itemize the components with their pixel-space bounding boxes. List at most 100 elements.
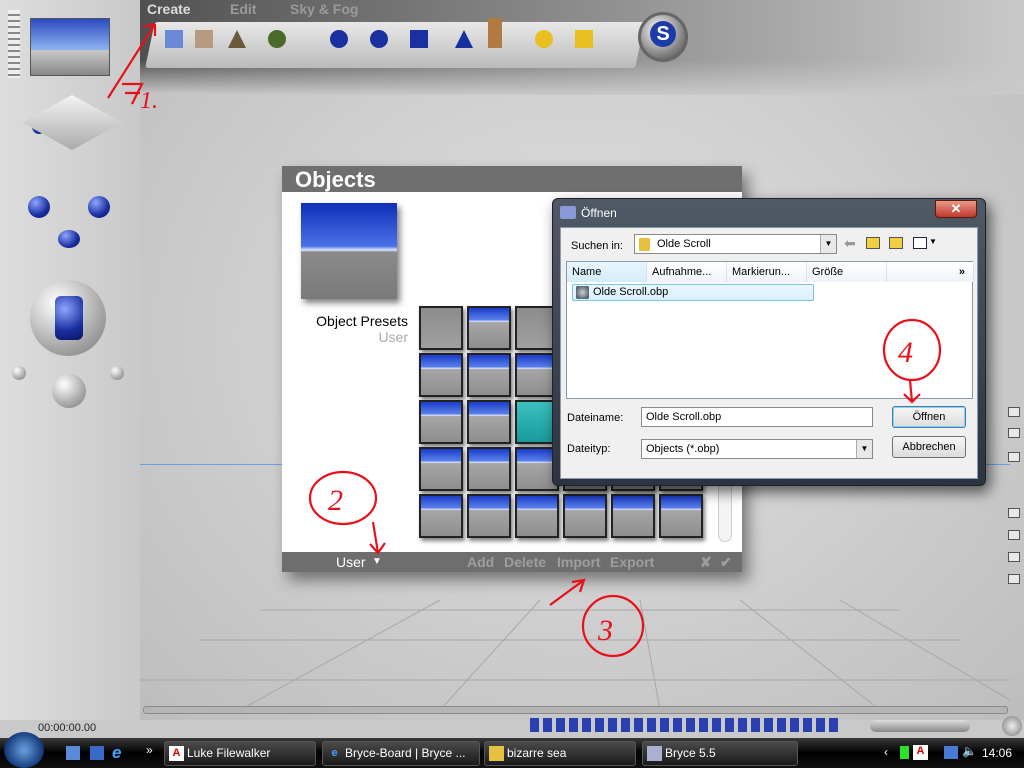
- cancel-button[interactable]: Abbrechen: [892, 436, 966, 458]
- object-preset-thumbnail[interactable]: [467, 400, 511, 444]
- time-display: 00:00:00.00: [38, 722, 97, 734]
- nudge-right[interactable]: [110, 366, 124, 380]
- volume-icon[interactable]: 🔈: [962, 744, 977, 758]
- file-list[interactable]: Name Aufnahme... Markierun... Größe » Ol…: [566, 261, 974, 399]
- view-icon[interactable]: [1008, 407, 1020, 417]
- task-bizarre-sea[interactable]: bizarre sea: [484, 741, 636, 766]
- display-mode-icon[interactable]: [1008, 574, 1020, 584]
- filename-input[interactable]: Olde Scroll.obp: [641, 407, 873, 427]
- cube-icon[interactable]: [410, 30, 428, 48]
- nano-preview[interactable]: [22, 95, 122, 150]
- menu-sky-fog[interactable]: Sky & Fog: [290, 1, 358, 17]
- object-preset-thumbnail[interactable]: [467, 494, 511, 538]
- object-preset-thumbnail[interactable]: [419, 400, 463, 444]
- spotlight-icon[interactable]: [575, 30, 593, 48]
- top-toolbar: Create Edit Sky & Fog: [0, 0, 1024, 95]
- import-button[interactable]: Import: [557, 552, 601, 572]
- taskbar: e » A Luke Filewalker e Bryce-Board | Bryc…: [0, 732, 1024, 768]
- network-icon[interactable]: [944, 746, 958, 759]
- delete-button[interactable]: Delete: [504, 552, 546, 572]
- playback-controls[interactable]: [870, 720, 970, 732]
- column-aufnahme[interactable]: Aufnahme...: [647, 262, 727, 282]
- view-icon[interactable]: [1008, 428, 1020, 438]
- clock[interactable]: 14:06: [982, 746, 1012, 760]
- look-in-value: Olde Scroll: [657, 238, 711, 250]
- animation-timeline[interactable]: [143, 706, 1008, 714]
- chevron-down-icon[interactable]: ▼: [372, 552, 382, 572]
- switch-windows-icon[interactable]: [90, 746, 104, 760]
- object-preset-thumbnail[interactable]: [467, 306, 511, 350]
- tree-icon[interactable]: [268, 30, 286, 48]
- zoom-ball[interactable]: [52, 374, 86, 408]
- camera-trackball[interactable]: [28, 196, 50, 218]
- more-columns-button[interactable]: »: [887, 262, 974, 282]
- ring-icon[interactable]: [370, 30, 388, 48]
- torus-icon[interactable]: [330, 30, 348, 48]
- file-item[interactable]: Olde Scroll.obp: [572, 284, 814, 301]
- start-button[interactable]: [4, 732, 44, 768]
- tray-expand-icon[interactable]: ‹: [884, 745, 888, 759]
- camera-xz-control[interactable]: [88, 196, 110, 218]
- object-preset-thumbnail[interactable]: [419, 306, 463, 350]
- menu-edit[interactable]: Edit: [230, 1, 256, 17]
- open-button[interactable]: Öffnen: [892, 406, 966, 428]
- nudge-left[interactable]: [12, 366, 26, 380]
- task-luke-filewalker[interactable]: A Luke Filewalker: [164, 741, 316, 766]
- show-desktop-icon[interactable]: [66, 746, 80, 760]
- display-mode-icon[interactable]: [1008, 508, 1020, 518]
- scene-preview[interactable]: [30, 18, 110, 76]
- view-icon[interactable]: [1008, 452, 1020, 462]
- open-file-dialog: Öffnen ✕ Suchen in: Olde Scroll ▼ ⬅ ▼ Na…: [552, 198, 986, 486]
- look-in-dropdown[interactable]: Olde Scroll ▼: [634, 234, 837, 254]
- objects-title: Objects: [282, 166, 742, 192]
- category-dropdown[interactable]: User: [336, 552, 366, 572]
- look-in-label: Suchen in:: [571, 240, 623, 252]
- column-markierungen[interactable]: Markierun...: [727, 262, 807, 282]
- chevron-down-icon[interactable]: ▼: [820, 235, 836, 253]
- object-preset-thumbnail[interactable]: [467, 447, 511, 491]
- new-folder-icon[interactable]: [889, 237, 903, 249]
- move-arrows-icon: [55, 296, 83, 340]
- globe-icon[interactable]: [1002, 716, 1022, 736]
- add-button[interactable]: Add: [467, 552, 494, 572]
- object-preset-thumbnail[interactable]: [611, 494, 655, 538]
- filetype-dropdown[interactable]: Objects (*.obp) ▼: [641, 439, 873, 459]
- view-menu-icon[interactable]: [913, 237, 927, 249]
- filetype-label: Dateityp:: [567, 443, 611, 455]
- avira-tray-icon[interactable]: A: [913, 745, 928, 760]
- human-figure-icon[interactable]: [488, 18, 502, 48]
- quicklaunch-overflow[interactable]: »: [146, 743, 153, 757]
- confirm-icon[interactable]: ✔: [720, 552, 732, 572]
- object-preset-thumbnail[interactable]: [419, 447, 463, 491]
- camera-xy-control[interactable]: [58, 230, 80, 248]
- close-button[interactable]: ✕: [935, 200, 977, 218]
- terrain-plane-icon[interactable]: [195, 30, 213, 48]
- selection-palette[interactable]: [530, 718, 840, 732]
- up-folder-icon[interactable]: [866, 237, 880, 249]
- task-bryce-board[interactable]: e Bryce-Board | Bryce ...: [322, 741, 480, 766]
- object-preset-thumbnail[interactable]: [419, 353, 463, 397]
- ground-grid: [140, 599, 1010, 710]
- export-button[interactable]: Export: [610, 552, 654, 572]
- object-preset-thumbnail[interactable]: [419, 494, 463, 538]
- cancel-icon[interactable]: ✘: [700, 552, 712, 572]
- light-icon[interactable]: [535, 30, 553, 48]
- menu-create[interactable]: Create: [147, 1, 191, 17]
- ie-icon[interactable]: e: [112, 743, 121, 763]
- column-groesse[interactable]: Größe: [807, 262, 887, 282]
- status-icon[interactable]: [900, 746, 909, 759]
- display-mode-icon[interactable]: [1008, 552, 1020, 562]
- water-plane-icon[interactable]: [165, 30, 183, 48]
- column-name[interactable]: Name: [567, 262, 647, 282]
- chevron-down-icon[interactable]: ▼: [856, 440, 872, 458]
- object-preset-thumbnail[interactable]: [515, 494, 559, 538]
- back-arrow-icon[interactable]: ⬅: [844, 235, 856, 252]
- render-controls[interactable]: [8, 10, 20, 78]
- chevron-down-icon[interactable]: ▼: [929, 237, 937, 246]
- object-preset-thumbnail[interactable]: [467, 353, 511, 397]
- display-mode-icon[interactable]: [1008, 530, 1020, 540]
- object-preset-thumbnail[interactable]: [563, 494, 607, 538]
- task-bryce[interactable]: Bryce 5.5: [642, 741, 798, 766]
- bryce-logo-button[interactable]: [638, 12, 688, 62]
- object-preset-thumbnail[interactable]: [659, 494, 703, 538]
